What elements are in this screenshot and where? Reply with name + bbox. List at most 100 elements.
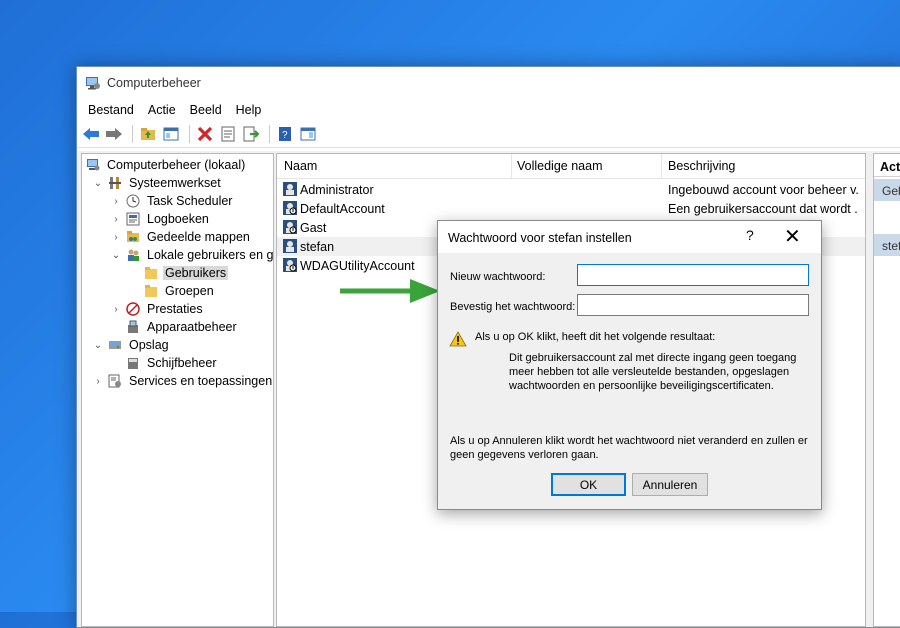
tree-item-label: Services en toepassingen — [129, 374, 273, 388]
export-list-button[interactable] — [241, 124, 261, 144]
tree-item-gebruikers[interactable]: Gebruikers — [144, 264, 229, 282]
column-divider[interactable] — [511, 154, 512, 178]
list-header: Naam Volledige naam Beschrijving — [277, 154, 865, 179]
help-book-icon: ? — [279, 127, 291, 141]
tree-item-groepen[interactable]: Groepen — [144, 282, 216, 300]
shared-folder-icon — [127, 231, 139, 242]
menu-actie[interactable]: Actie — [141, 103, 183, 117]
tree-item-opslag[interactable]: ⌄ Opslag — [92, 336, 171, 354]
user-name: Administrator — [300, 183, 374, 197]
system-tools-icon — [109, 177, 121, 189]
column-beschrijving[interactable]: Beschrijving — [668, 159, 735, 173]
show-hide-tree-button[interactable] — [161, 124, 181, 144]
tree-item-label: Logboeken — [147, 212, 209, 226]
user-name: stefan — [300, 240, 335, 254]
expand-chevron-icon[interactable]: › — [110, 196, 122, 207]
column-volledige-naam[interactable]: Volledige naam — [517, 159, 602, 173]
disabled-user-icon — [283, 201, 297, 215]
user-icon — [283, 182, 297, 196]
actions-section-stefan[interactable]: stef — [874, 234, 900, 256]
tree-item-systeemwerkset[interactable]: ⌄ Systeemwerkset — [92, 174, 223, 192]
expand-chevron-icon[interactable]: › — [110, 232, 122, 243]
ok-button[interactable]: OK — [551, 473, 626, 496]
tree-item-label: Lokale gebruikers en gro — [147, 248, 274, 262]
toolbar-separator — [189, 125, 190, 143]
toolbar-separator — [132, 125, 133, 143]
user-name: WDAGUtilityAccount — [300, 259, 415, 273]
menu-bestand[interactable]: Bestand — [81, 103, 141, 117]
close-icon[interactable]: ✕ — [784, 224, 801, 249]
user-icon — [283, 239, 297, 253]
svg-text:?: ? — [282, 130, 288, 141]
collapse-chevron-icon[interactable]: ⌄ — [92, 178, 104, 189]
console-tree-icon — [163, 127, 179, 141]
menu-help[interactable]: Help — [229, 103, 269, 117]
set-password-dialog: Wachtwoord voor stefan instellen ? ✕ Nie… — [437, 220, 822, 510]
cancel-button[interactable]: Annuleren — [632, 473, 708, 496]
device-manager-icon — [128, 320, 138, 333]
disabled-user-icon — [283, 220, 297, 234]
user-name: DefaultAccount — [300, 202, 385, 216]
tree-item-gedeelde-mappen[interactable]: › Gedeelde mappen — [110, 228, 252, 246]
delete-button[interactable] — [195, 124, 215, 144]
collapse-chevron-icon[interactable]: ⌄ — [110, 250, 122, 261]
local-users-icon — [128, 249, 139, 261]
properties-button[interactable] — [218, 124, 238, 144]
table-row[interactable]: DefaultAccount Een gebruikersaccount dat… — [277, 199, 865, 218]
expand-chevron-icon[interactable]: › — [110, 214, 122, 225]
actions-pane: Acti Geb stef — [873, 153, 900, 627]
folder-icon — [145, 285, 157, 297]
forward-button[interactable] — [104, 124, 124, 144]
warning-icon — [449, 331, 467, 347]
show-action-pane-button[interactable] — [298, 124, 318, 144]
user-description: Ingebouwd account voor beheer v... — [668, 183, 858, 197]
clock-icon — [126, 194, 140, 208]
column-naam[interactable]: Naam — [284, 159, 317, 173]
help-question-icon[interactable]: ? — [746, 227, 754, 243]
table-row[interactable]: Administrator Ingebouwd account voor beh… — [277, 180, 865, 199]
tree-item-schijfbeheer[interactable]: Schijfbeheer — [126, 354, 219, 372]
action-pane-icon — [300, 127, 316, 141]
collapse-chevron-icon[interactable]: ⌄ — [92, 340, 104, 351]
tree-item-services[interactable]: › Services en toepassingen — [92, 372, 273, 390]
new-password-input[interactable] — [577, 264, 809, 286]
performance-icon — [126, 302, 140, 316]
column-divider[interactable] — [661, 154, 662, 178]
computer-management-icon — [87, 159, 100, 171]
computer-management-icon — [86, 77, 100, 90]
menu-beeld[interactable]: Beeld — [183, 103, 229, 117]
actions-section-users[interactable]: Geb — [874, 179, 900, 201]
tree-item-computerbeheer[interactable]: Computerbeheer (lokaal) — [86, 156, 247, 174]
tree-item-label: Schijfbeheer — [147, 356, 217, 370]
cancel-note: Als u op Annuleren klikt wordt het wacht… — [450, 435, 808, 461]
confirm-password-input[interactable] — [577, 294, 809, 316]
disabled-user-icon — [283, 258, 297, 272]
tree-item-label: Gebruikers — [163, 266, 229, 280]
tree-item-lokale-gebruikers[interactable]: ⌄ Lokale gebruikers en gro — [110, 246, 274, 264]
warning-detail: Dit gebruikersaccount zal met directe in… — [509, 352, 797, 392]
tree-item-task-scheduler[interactable]: › Task Scheduler — [110, 192, 234, 210]
properties-icon — [221, 126, 235, 142]
delete-x-icon — [197, 126, 213, 142]
pointer-arrow — [340, 279, 440, 303]
tree-item-label: Apparaatbeheer — [147, 320, 237, 334]
tree-item-apparaatbeheer[interactable]: Apparaatbeheer — [126, 318, 239, 336]
tree-item-label: Groepen — [165, 284, 214, 298]
expand-chevron-icon[interactable]: › — [92, 376, 104, 387]
up-folder-button[interactable] — [138, 124, 158, 144]
services-icon — [108, 374, 121, 388]
export-icon — [243, 126, 259, 142]
back-button[interactable] — [81, 124, 101, 144]
dialog-title-bar: Wachtwoord voor stefan instellen ? ✕ — [438, 221, 821, 253]
folder-icon — [145, 267, 157, 279]
tree-item-prestaties[interactable]: › Prestaties — [110, 300, 205, 318]
help-button[interactable]: ? — [275, 124, 295, 144]
console-tree: Computerbeheer (lokaal) ⌄ Systeemwerkset… — [81, 153, 274, 627]
tree-item-logboeken[interactable]: › Logboeken — [110, 210, 211, 228]
menu-bar: Bestand Actie Beeld Help — [77, 99, 900, 121]
tree-item-label: Systeemwerkset — [129, 176, 221, 190]
disk-management-icon — [128, 358, 138, 369]
warning-text: Als u op OK klikt, heeft dit het volgend… — [475, 331, 716, 343]
window-title: Computerbeheer — [107, 76, 201, 90]
expand-chevron-icon[interactable]: › — [110, 304, 122, 315]
